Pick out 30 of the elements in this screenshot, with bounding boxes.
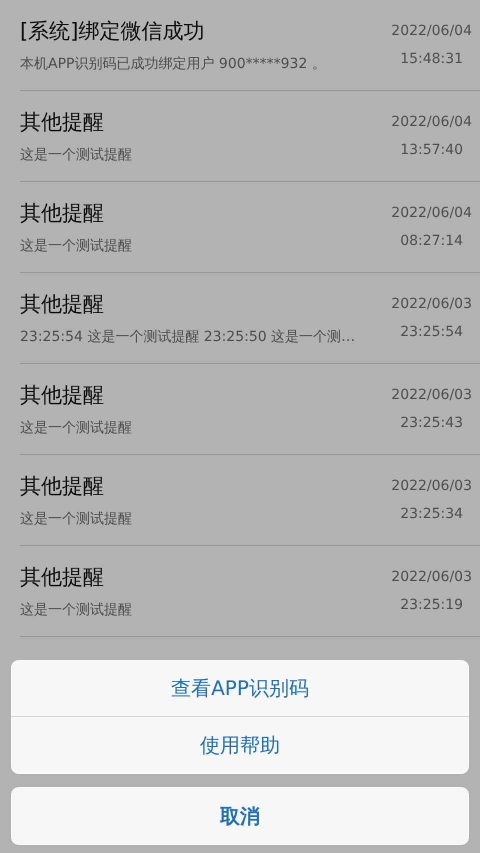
message-date: 2022/06/04 — [391, 205, 472, 221]
message-time: 13:57:40 — [400, 142, 464, 158]
message-time: 23:25:54 — [400, 324, 464, 340]
message-date: 2022/06/03 — [391, 569, 472, 585]
message-date: 2022/06/04 — [391, 23, 472, 39]
message-date: 2022/06/03 — [391, 387, 472, 403]
message-title: [系统]绑定微信成功 — [20, 18, 206, 45]
message-preview: 这是一个测试提醒 — [20, 510, 132, 528]
message-date: 2022/06/03 — [391, 296, 472, 312]
message-preview: 本机APP识别码已成功绑定用户 900*****932 。 — [20, 55, 326, 73]
message-title: 其他提醒 — [20, 382, 105, 409]
menu-option[interactable]: 查看APP识别码 — [11, 660, 469, 717]
message-preview: 这是一个测试提醒 — [20, 419, 132, 437]
message-preview: 这是一个测试提醒 — [20, 601, 132, 619]
message-time: 23:25:19 — [400, 597, 464, 613]
message-preview: 23:25:54 这是一个测试提醒 23:25:50 这是一个测… — [20, 328, 356, 346]
message-time: 08:27:14 — [400, 233, 464, 249]
message-title: 其他提醒 — [20, 564, 105, 591]
message-date: 2022/06/03 — [391, 478, 472, 494]
message-title: 其他提醒 — [20, 109, 105, 136]
message-time: 23:25:43 — [400, 415, 464, 431]
message-time: 23:25:34 — [400, 506, 464, 522]
message-title: 其他提醒 — [20, 200, 105, 227]
message-preview: 这是一个测试提醒 — [20, 237, 132, 255]
message-time: 15:48:31 — [400, 51, 464, 67]
message-title: 其他提醒 — [20, 291, 105, 318]
message-title: 其他提醒 — [20, 473, 105, 500]
message-preview: 这是一个测试提醒 — [20, 146, 132, 164]
message-date: 2022/06/04 — [391, 114, 472, 130]
cancel-button[interactable]: 取消 — [11, 787, 469, 845]
